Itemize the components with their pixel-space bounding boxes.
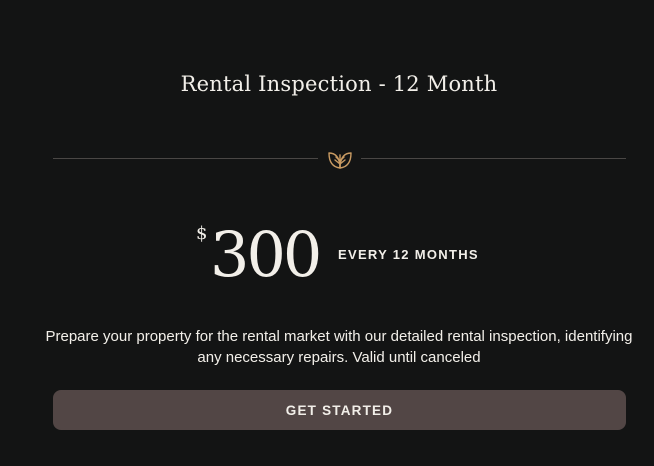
- divider-line-right: [361, 158, 626, 159]
- price-row: $ 300 EVERY 12 MONTHS: [0, 215, 654, 295]
- leaf-icon: [328, 152, 352, 169]
- pricing-card: Rental Inspection - 12 Month $ 300 EVERY…: [0, 0, 654, 466]
- get-started-button[interactable]: GET STARTED: [53, 390, 626, 430]
- plan-description: Prepare your property for the rental mar…: [45, 328, 633, 366]
- currency-symbol: $: [196, 223, 208, 244]
- plan-title: Rental Inspection - 12 Month: [180, 72, 498, 96]
- billing-period: EVERY 12 MONTHS: [338, 247, 479, 262]
- price-amount: 300: [210, 218, 322, 291]
- section-divider: [53, 146, 626, 172]
- divider-line-left: [53, 158, 318, 159]
